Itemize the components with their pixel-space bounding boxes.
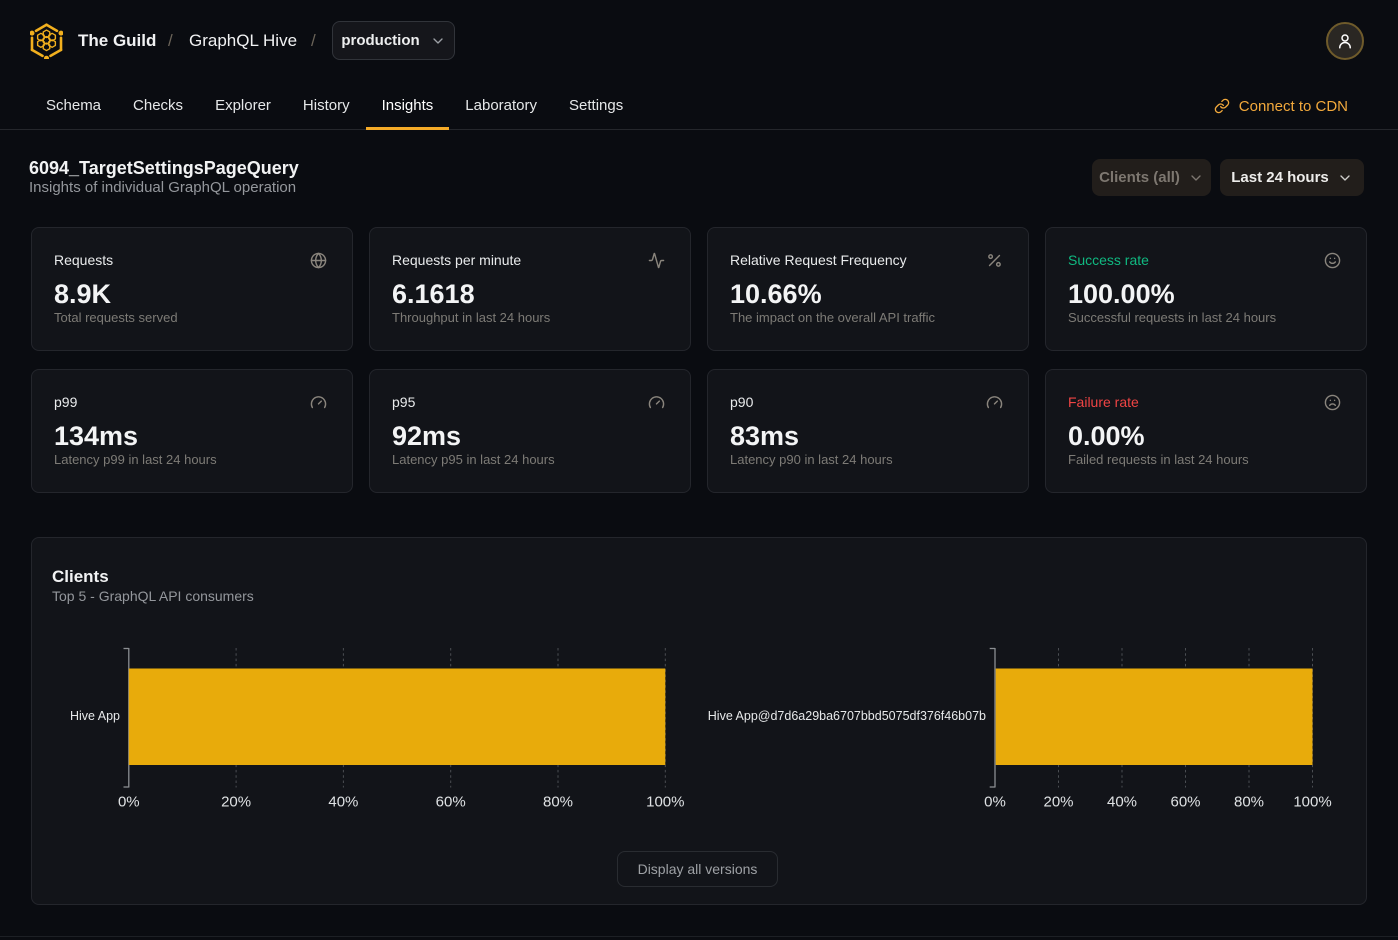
svg-text:Hive App: Hive App <box>70 709 120 723</box>
svg-text:20%: 20% <box>221 794 251 811</box>
svg-text:20%: 20% <box>1043 794 1073 811</box>
svg-text:100%: 100% <box>646 794 684 811</box>
svg-text:0%: 0% <box>984 794 1006 811</box>
svg-text:40%: 40% <box>1107 794 1137 811</box>
svg-text:0%: 0% <box>118 794 140 811</box>
svg-text:80%: 80% <box>1234 794 1264 811</box>
svg-text:60%: 60% <box>1170 794 1200 811</box>
svg-text:Hive App@d7d6a29ba6707bbd5075d: Hive App@d7d6a29ba6707bbd5075df376f46b07… <box>708 709 986 723</box>
svg-text:40%: 40% <box>328 794 358 811</box>
svg-text:100%: 100% <box>1293 794 1331 811</box>
svg-text:80%: 80% <box>543 794 573 811</box>
svg-text:60%: 60% <box>436 794 466 811</box>
